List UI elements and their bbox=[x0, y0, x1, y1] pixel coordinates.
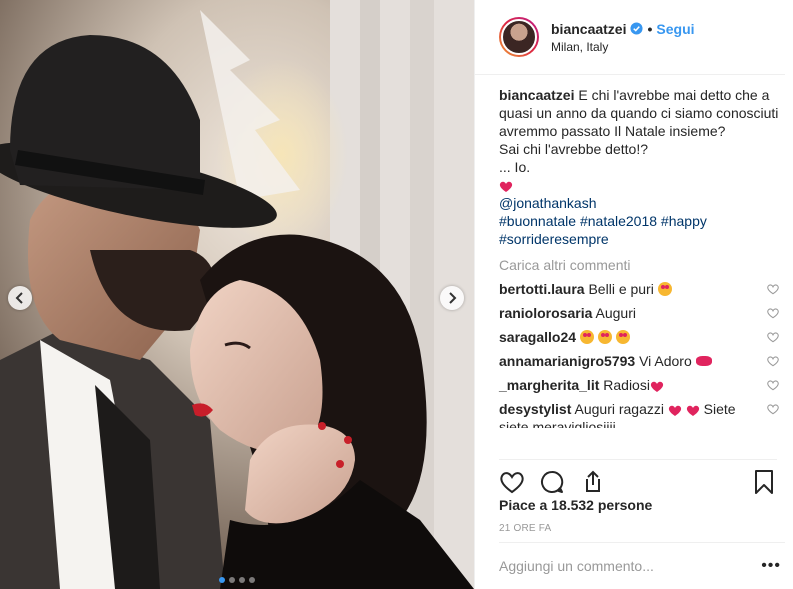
hashtag-link[interactable]: #sorrideresempre bbox=[499, 230, 779, 248]
avatar[interactable] bbox=[499, 17, 539, 57]
post-header: biancaatzei • Segui Milan, Italy bbox=[475, 0, 785, 75]
red-heart-emoji-icon bbox=[650, 381, 664, 392]
caption-text-3: ... Io. bbox=[499, 159, 531, 175]
red-heart-emoji-icon bbox=[686, 405, 699, 416]
caption: biancaatzei E chi l'avrebbe mai detto ch… bbox=[499, 86, 779, 248]
red-heart-emoji-icon bbox=[499, 181, 513, 192]
photo-image bbox=[0, 0, 474, 589]
caption-username[interactable]: biancaatzei bbox=[499, 87, 574, 103]
share-icon[interactable] bbox=[579, 469, 605, 495]
comment-text: Auguri bbox=[595, 305, 636, 321]
comment-row: raniolorosaria Auguri bbox=[499, 304, 779, 322]
kiss-emoji-icon bbox=[695, 356, 712, 366]
username-link[interactable]: biancaatzei bbox=[551, 21, 626, 37]
comment-row: saragallo24 bbox=[499, 328, 779, 346]
verified-icon bbox=[630, 22, 644, 35]
carousel-dot bbox=[219, 577, 225, 583]
chevron-right-icon bbox=[449, 292, 457, 304]
load-more-comments[interactable]: Carica altri commenti bbox=[499, 256, 779, 274]
location-link[interactable]: Milan, Italy bbox=[551, 40, 695, 54]
carousel-indicator bbox=[0, 577, 474, 583]
post-photo[interactable] bbox=[0, 0, 474, 589]
comment-username[interactable]: _margherita_lit bbox=[499, 377, 599, 393]
comment-text: Radiosi bbox=[603, 377, 650, 393]
comment-row: bertotti.laura Belli e puri bbox=[499, 280, 779, 298]
heart-icon[interactable] bbox=[499, 469, 525, 495]
carousel-dot bbox=[249, 577, 255, 583]
comment-input[interactable] bbox=[499, 558, 762, 574]
heart-eyes-emoji-icon bbox=[657, 282, 672, 296]
previous-button[interactable] bbox=[8, 286, 32, 310]
heart-icon[interactable] bbox=[767, 355, 779, 367]
comment-text: Belli e puri bbox=[588, 281, 654, 297]
comments-list: biancaatzei E chi l'avrebbe mai detto ch… bbox=[499, 86, 779, 428]
comment-username[interactable]: saragallo24 bbox=[499, 329, 576, 345]
mention-link[interactable]: @jonathankash bbox=[499, 194, 779, 212]
comment-text: Auguri ragazzi bbox=[574, 401, 665, 417]
instagram-post: biancaatzei • Segui Milan, Italy biancaa… bbox=[0, 0, 793, 589]
heart-icon[interactable] bbox=[767, 331, 779, 343]
comment-row: _margherita_lit Radiosi bbox=[499, 376, 779, 394]
heart-eyes-emoji-icon bbox=[615, 330, 630, 344]
more-options-button[interactable]: ••• bbox=[761, 557, 785, 575]
caption-text-2: Sai chi l'avrebbe detto!? bbox=[499, 141, 648, 157]
comment-username[interactable]: desystylist bbox=[499, 401, 571, 417]
comment-username[interactable]: raniolorosaria bbox=[499, 305, 592, 321]
carousel-dot bbox=[229, 577, 235, 583]
heart-icon[interactable] bbox=[767, 379, 779, 391]
follow-button[interactable]: Segui bbox=[656, 21, 694, 37]
carousel-dot bbox=[239, 577, 245, 583]
comment-text: Vi Adoro bbox=[639, 353, 692, 369]
hashtags-link[interactable]: #buonnatale #natale2018 #happy bbox=[499, 212, 779, 230]
separator: • bbox=[647, 20, 653, 37]
red-heart-emoji-icon bbox=[668, 405, 682, 416]
comment-username[interactable]: bertotti.laura bbox=[499, 281, 585, 297]
likes-count[interactable]: Piace a 18.532 persone bbox=[499, 497, 652, 513]
comment-username[interactable]: annamarianigro5793 bbox=[499, 353, 635, 369]
heart-eyes-emoji-icon bbox=[579, 330, 594, 344]
post-timestamp: 21 ORE FA bbox=[499, 523, 552, 534]
heart-eyes-emoji-icon bbox=[597, 330, 612, 344]
heart-icon[interactable] bbox=[767, 403, 779, 415]
chevron-left-icon bbox=[15, 292, 23, 304]
post-sidebar: biancaatzei • Segui Milan, Italy biancaa… bbox=[474, 0, 793, 589]
comment-icon[interactable] bbox=[539, 469, 565, 495]
heart-icon[interactable] bbox=[767, 307, 779, 319]
comment-form: ••• bbox=[499, 542, 785, 589]
action-bar bbox=[499, 459, 777, 499]
bookmark-icon[interactable] bbox=[751, 469, 777, 495]
next-button[interactable] bbox=[440, 286, 464, 310]
comment-row: desystylist Auguri ragazzi Siete siete m… bbox=[499, 400, 779, 428]
comment-row: annamarianigro5793 Vi Adoro bbox=[499, 352, 779, 370]
heart-icon[interactable] bbox=[767, 283, 779, 295]
